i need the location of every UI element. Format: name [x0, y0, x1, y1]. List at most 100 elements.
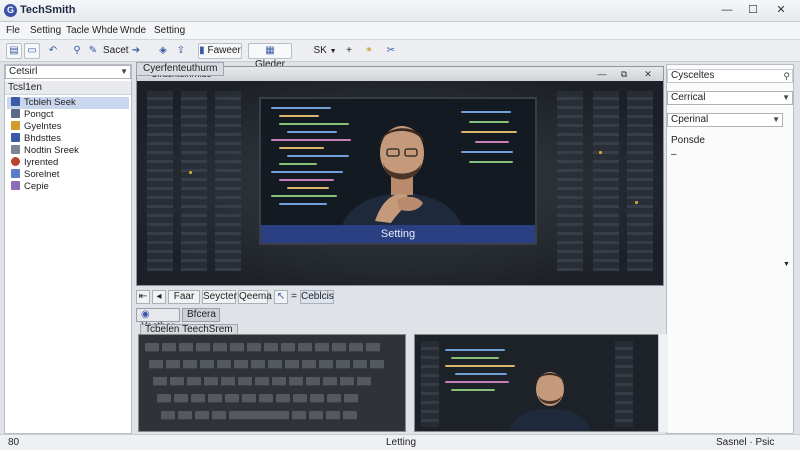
keyboard-key: [259, 394, 273, 403]
faar-button[interactable]: Faar: [168, 290, 200, 304]
keyboard-key: [276, 394, 290, 403]
equals-icon[interactable]: =: [288, 290, 300, 304]
menu-view[interactable]: Whde: [92, 25, 118, 36]
open-icon[interactable]: ▭: [24, 43, 40, 59]
export-icon[interactable]: ⇪: [174, 43, 188, 59]
tree-item-icon: [11, 181, 20, 190]
keyboard-key: [225, 394, 239, 403]
search-icon[interactable]: ⚲: [70, 43, 84, 59]
chevron-down-icon: ▼: [782, 93, 790, 102]
keyboard-key: [187, 377, 201, 386]
presenter-thumbnail: [509, 372, 591, 431]
keyboard-key: [238, 377, 252, 386]
tree-item-6[interactable]: Sorelnet: [11, 169, 59, 181]
tree-item-4[interactable]: Nodtin Sreek: [11, 145, 79, 157]
keyboard-key: [208, 394, 222, 403]
chevron-down-icon: ▼: [772, 115, 780, 124]
preview-restore-button[interactable]: ⧉: [615, 68, 633, 80]
left-panel-combo[interactable]: Cetsirl ▼: [5, 65, 131, 79]
link-icon[interactable]: ⚭: [362, 43, 376, 59]
menu-setting-2[interactable]: Setting: [154, 25, 185, 36]
search-icon[interactable]: ⚲: [783, 70, 790, 82]
keyboard-key: [309, 411, 323, 420]
tree-item-0[interactable]: Tcbleh Seek: [7, 97, 129, 109]
tree-item-label: Nodtin Sreek: [24, 145, 79, 156]
keyboard-key: [332, 343, 346, 352]
keyboard-key: [230, 343, 244, 352]
menu-table[interactable]: Tacle: [66, 25, 89, 36]
screen-button[interactable]: Sacet: [102, 43, 129, 59]
close-button[interactable]: ✕: [766, 0, 796, 20]
rack-light: [599, 151, 602, 154]
menu-window[interactable]: Wnde: [120, 25, 146, 36]
keyboard-key: [161, 411, 175, 420]
layers-icon[interactable]: ◈: [156, 43, 170, 59]
video-thumbnail[interactable]: [414, 334, 660, 432]
maximize-button[interactable]: ☐: [740, 0, 766, 20]
server-rack: [421, 341, 439, 427]
tree-item-icon: [11, 121, 20, 130]
tree-header[interactable]: Tcsl1en: [5, 81, 131, 95]
menu-setting[interactable]: Setting: [30, 25, 61, 36]
right-combo-2[interactable]: Cperinal ▼: [667, 113, 783, 127]
tab-bfcera[interactable]: Bfcera: [182, 308, 220, 322]
jump-start-icon[interactable]: ⇤: [136, 290, 150, 304]
right-panel-dash: –: [671, 149, 677, 160]
keyboard-key: [306, 377, 320, 386]
tree-item-label: Tcbleh Seek: [24, 97, 76, 108]
qeema-button[interactable]: Qeema: [238, 290, 272, 304]
keyboard-key: [357, 377, 371, 386]
keyboard-key: [251, 360, 265, 369]
keyboard-key: [310, 394, 324, 403]
glider-button[interactable]: ▦ Gleder: [248, 43, 292, 70]
keyboard-key: [292, 411, 306, 420]
tool-icon[interactable]: ✂: [384, 43, 398, 59]
tree-item-icon: [11, 97, 20, 106]
server-rack: [215, 91, 241, 271]
right-combo-1[interactable]: Cerrical ▼: [667, 91, 793, 105]
timeline-toolbar: ⇤ ◂ Faar Seycter Qeema ↖ = Ceblcis: [136, 290, 664, 306]
keyboard-key: [149, 360, 163, 369]
tree-item-icon: [11, 133, 20, 142]
status-right: Sasnel · Psic: [716, 437, 775, 448]
cursor-icon[interactable]: ↖: [274, 290, 288, 304]
tree-item-label: Cepie: [24, 181, 49, 192]
preview-close-button[interactable]: ✕: [639, 68, 657, 80]
step-back-icon[interactable]: ◂: [152, 290, 166, 304]
inner-video-frame: Setting: [259, 97, 537, 245]
keyboard-key: [343, 411, 357, 420]
preview-minimize-button[interactable]: —: [593, 68, 611, 80]
seycter-button[interactable]: Seycter: [202, 290, 237, 304]
undo-icon[interactable]: ↶: [46, 43, 60, 59]
tree-item-7[interactable]: Cepie: [11, 181, 49, 193]
video-canvas[interactable]: Setting: [137, 81, 663, 285]
sk-dropdown[interactable]: SK ▼: [312, 43, 338, 59]
chevron-down-icon[interactable]: ▼: [783, 261, 790, 268]
minimize-button[interactable]: —: [714, 0, 740, 20]
keyboard-key: [166, 360, 180, 369]
tree-item-5[interactable]: Iyrented: [11, 157, 58, 169]
app-logo-icon: G: [4, 4, 17, 17]
keyboard-key: [370, 360, 384, 369]
globe-icon: ◉: [141, 309, 150, 320]
vertical-scrollbar[interactable]: [658, 334, 668, 432]
tree-item-1[interactable]: Pongct: [11, 109, 54, 121]
ceblcis-button[interactable]: Ceblcis: [300, 290, 334, 304]
forward-button[interactable]: ▮ Faweer: [198, 43, 242, 59]
keyboard-thumbnail[interactable]: [138, 334, 406, 432]
keyboard-key: [326, 411, 340, 420]
keyboard-key: [340, 377, 354, 386]
main-toolbar: ▤ ▭ ↶ ⚲ ✎ Sacet ➔ ◈ ⇪ ▮ Faweer ▦ Gleder …: [0, 40, 800, 70]
tree-item-2[interactable]: Gyelntes: [11, 121, 62, 133]
menu-file[interactable]: Fle: [6, 25, 20, 36]
arrow-right-icon[interactable]: ➔: [130, 43, 142, 59]
right-search-label: Cysceltes: [671, 70, 715, 81]
pin-icon[interactable]: ✎: [86, 43, 100, 59]
preview-tab[interactable]: Cyerfenteuthurm: [136, 62, 225, 76]
tree-item-3[interactable]: Bhdsttes: [11, 133, 61, 145]
add-button[interactable]: +: [342, 43, 356, 59]
tab-yecther[interactable]: ◉ Yecther: [136, 308, 180, 332]
server-rack: [593, 91, 619, 271]
new-icon[interactable]: ▤: [6, 43, 22, 59]
right-search-field[interactable]: Cysceltes ⚲: [667, 69, 793, 83]
